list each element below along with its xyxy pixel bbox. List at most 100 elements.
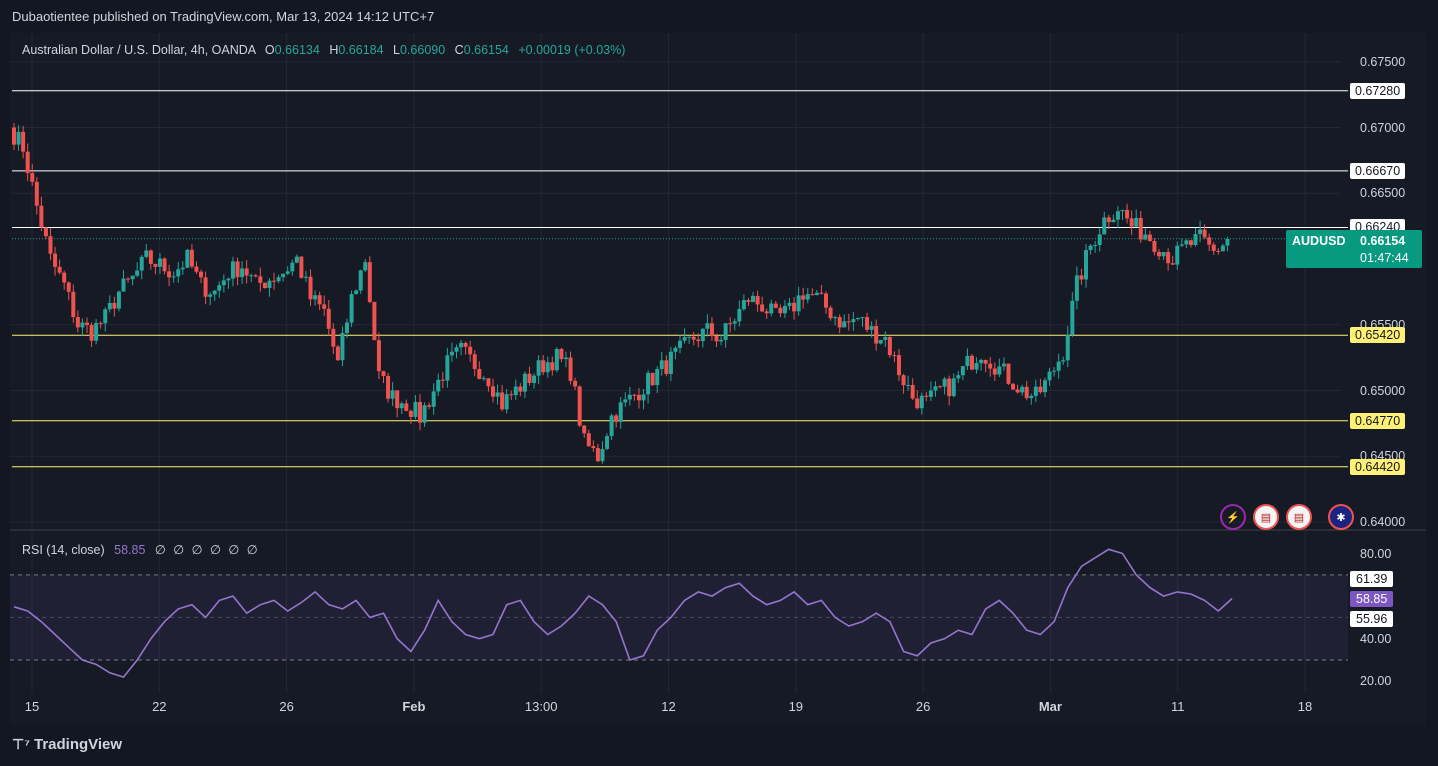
candle-body — [627, 394, 632, 400]
candle-body — [723, 323, 728, 340]
us-flag-icon[interactable]: ▤ — [1286, 504, 1312, 530]
candle-body — [518, 386, 523, 392]
candle-body — [865, 317, 870, 330]
candle-body — [810, 294, 815, 296]
candle-body — [700, 328, 705, 342]
price-tick-label: 0.64000 — [1360, 515, 1406, 529]
current-symbol: AUDUSD — [1292, 234, 1346, 248]
candle-body — [30, 173, 35, 182]
candle-body — [869, 326, 874, 330]
candle-body — [1179, 244, 1184, 246]
candle-body — [805, 294, 810, 300]
candle-body — [1011, 383, 1016, 390]
candle-body — [732, 321, 737, 324]
candle-body — [1134, 217, 1139, 227]
candle-body — [960, 366, 965, 376]
candle-body — [203, 277, 208, 297]
au-flag-icon[interactable]: ✱ — [1328, 504, 1354, 530]
candle-body — [1198, 229, 1203, 235]
candle-body — [915, 398, 920, 409]
candle-body — [144, 250, 149, 257]
candle-body — [386, 375, 391, 399]
rsi-value: 58.85 — [114, 543, 146, 557]
candle-body — [778, 307, 783, 314]
current-price: 0.66154 — [1360, 234, 1406, 248]
candle-body — [1033, 386, 1038, 396]
candle-body — [75, 317, 80, 328]
candle-body — [176, 269, 181, 277]
candle-body — [244, 268, 249, 276]
candle-body — [787, 302, 792, 306]
candle-body — [495, 392, 500, 397]
candle-body — [148, 250, 153, 264]
candle-body — [345, 322, 350, 334]
time-tick-label: Feb — [402, 699, 426, 714]
candle-body — [833, 317, 838, 319]
candle-body — [80, 322, 85, 328]
tradingview-logo[interactable]: ⊤⁷ TradingView — [12, 736, 122, 753]
candle-body — [153, 263, 158, 267]
candle-body — [687, 336, 692, 338]
candle-body — [618, 402, 623, 422]
candle-body — [135, 270, 140, 276]
lightning-icon[interactable]: ⚡ — [1220, 504, 1246, 530]
price-tick-label: 0.67500 — [1360, 54, 1406, 69]
candle-body — [673, 347, 678, 352]
candle-body — [422, 405, 427, 423]
candle-body — [997, 366, 1002, 375]
candle-body — [212, 290, 217, 295]
candle-body — [751, 295, 756, 302]
candle-body — [418, 401, 422, 423]
candle-body — [1020, 386, 1025, 393]
candle-body — [454, 347, 459, 352]
candle-body — [755, 295, 760, 305]
candle-body — [112, 302, 117, 309]
candle-body — [719, 339, 724, 342]
candle-body — [317, 295, 322, 305]
candle-body — [358, 270, 363, 291]
candle-body — [828, 307, 833, 319]
candle-body — [1093, 245, 1098, 247]
candle-body — [974, 363, 979, 370]
candle-body — [1038, 386, 1043, 393]
candle-body — [1042, 380, 1047, 393]
candle-body — [691, 336, 696, 340]
candle-body — [199, 271, 204, 278]
candle-body — [399, 403, 404, 409]
current-price-badge: AUDUSD 0.66154 01:47:44 — [1286, 230, 1422, 268]
candle-body — [1125, 209, 1130, 219]
candle-body — [1084, 250, 1089, 280]
candle-body — [1074, 275, 1079, 301]
candle-body — [874, 326, 879, 344]
candle-body — [878, 339, 883, 344]
candle-body — [1152, 241, 1157, 252]
us-flag-icon[interactable]: ▤ — [1253, 504, 1279, 530]
candle-body — [563, 357, 568, 360]
candle-body — [1115, 211, 1120, 220]
candle-body — [586, 433, 591, 447]
time-tick-label: 26 — [915, 699, 931, 714]
candle-body — [253, 275, 258, 277]
candle-body — [1188, 240, 1193, 246]
candle-body — [185, 249, 190, 268]
price-chart[interactable] — [10, 33, 1426, 725]
change-value: +0.00019 (+0.03%) — [518, 43, 626, 57]
candle-body — [290, 262, 295, 272]
candle-body — [860, 317, 865, 319]
candle-body — [171, 276, 176, 278]
candle-body — [1088, 245, 1093, 251]
candle-body — [413, 401, 418, 417]
candle-body — [782, 305, 787, 314]
time-tick-label: 19 — [788, 699, 804, 714]
rsi-tick-label: 40.00 — [1360, 631, 1392, 646]
candle-body — [66, 282, 71, 292]
candle-body — [1225, 238, 1230, 246]
candle-body — [682, 337, 687, 341]
rsi-tick-label: 80.00 — [1360, 546, 1392, 561]
candle-body — [965, 355, 970, 367]
candle-body — [1193, 234, 1198, 246]
resistance-level-badge: 0.67280 — [1350, 82, 1406, 99]
candle-body — [303, 276, 308, 278]
chart-frame[interactable] — [10, 33, 1426, 725]
candle-body — [1052, 370, 1057, 372]
